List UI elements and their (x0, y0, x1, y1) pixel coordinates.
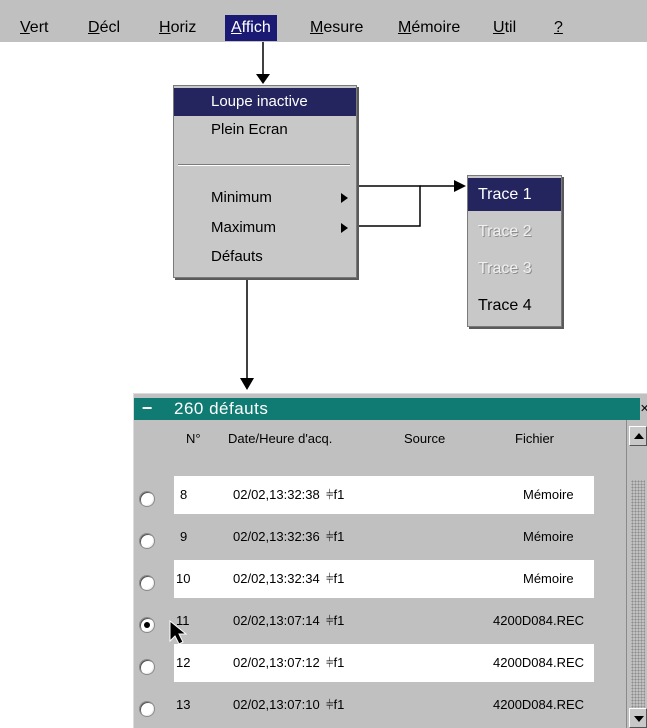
title-bar: − 260 défauts ✕ (134, 398, 647, 420)
cell-n: 8 (180, 487, 188, 502)
table-row[interactable]: 8 02/02,13:32:38 ⫩f1 Mémoire (174, 476, 594, 514)
table-row[interactable]: 11 02/02,13:07:14 ⫩f1 4200D084.REC (174, 602, 594, 640)
cell-n: 13 (176, 697, 191, 712)
submenu-arrow-icon (341, 223, 348, 233)
scroll-down-button[interactable] (629, 708, 647, 728)
cell-file: 4200D084.REC (493, 655, 585, 670)
cell-date: 02/02,13:07:12 (233, 655, 320, 670)
table-row[interactable]: 13 02/02,13:07:10 ⫩f1 4200D084.REC (174, 686, 594, 724)
cell-date: 02/02,13:07:14 (233, 613, 320, 628)
row-radio[interactable] (139, 701, 155, 717)
mouse-pointer-icon (169, 619, 188, 645)
cell-date: 02/02,13:32:36 (233, 529, 320, 544)
row-radio[interactable] (139, 659, 155, 675)
trace-submenu: Trace 1 Trace 2 Trace 3 Trace 4 (467, 175, 562, 327)
row-radio[interactable] (139, 575, 155, 591)
cell-date: 02/02,13:07:10 (233, 697, 320, 712)
cell-file: Mémoire (523, 487, 574, 502)
cell-file: Mémoire (523, 571, 574, 586)
submenu-item-trace-2: Trace 2 (478, 223, 532, 240)
cell-source: ⫩f1 (326, 697, 345, 712)
close-icon[interactable]: ✕ (640, 398, 647, 420)
submenu-arrow-icon (341, 193, 348, 203)
cell-file: Mémoire (523, 529, 574, 544)
cell-n: 12 (176, 655, 191, 670)
table-row[interactable]: 10 02/02,13:32:34 ⫩f1 Mémoire (174, 560, 594, 598)
menu-separator (178, 164, 350, 166)
window-title: 260 défauts (174, 399, 269, 418)
menu-item-minimum[interactable]: Minimum (174, 184, 356, 212)
cell-source: ⫩f1 (326, 487, 345, 502)
menu-item-maximum[interactable]: Maximum (174, 214, 356, 242)
column-header-date[interactable]: Date/Heure d'acq. (228, 426, 332, 452)
arrow-up-icon (634, 433, 644, 439)
menu-item-plein-ecran[interactable]: Plein Ecran (174, 116, 356, 144)
vertical-scrollbar[interactable] (626, 420, 647, 728)
column-header-fichier[interactable]: Fichier (515, 426, 554, 452)
cell-source: ⫩f1 (326, 655, 345, 670)
menu-item-defauts[interactable]: Défauts (174, 243, 356, 271)
submenu-item-trace-1[interactable]: Trace 1 (468, 178, 561, 211)
menu-item-minimum-label: Minimum (211, 189, 272, 206)
menu-item-maximum-label: Maximum (211, 219, 277, 236)
row-radio[interactable] (139, 491, 155, 507)
cell-n: 9 (180, 529, 188, 544)
cell-source: ⫩f1 (326, 529, 345, 544)
table-row[interactable]: 12 02/02,13:07:12 ⫩f1 4200D084.REC (174, 644, 594, 682)
cell-date: 02/02,13:32:38 (233, 487, 320, 502)
row-radio[interactable] (139, 533, 155, 549)
cell-file: 4200D084.REC (493, 697, 585, 712)
submenu-item-trace-3: Trace 3 (478, 260, 532, 277)
scroll-up-button[interactable] (629, 426, 647, 446)
minimize-icon[interactable]: − (140, 399, 154, 417)
cell-n: 10 (176, 571, 191, 586)
column-header-source[interactable]: Source (404, 426, 445, 452)
scroll-track[interactable] (631, 480, 645, 708)
cell-file: 4200D084.REC (493, 613, 585, 628)
menu-item-loupe-inactive[interactable]: Loupe inactive (174, 88, 356, 116)
defauts-window: − 260 défauts ✕ N° Date/Heure d'acq. Sou… (133, 393, 647, 728)
row-radio-selected[interactable] (139, 617, 155, 633)
cell-source: ⫩f1 (326, 571, 345, 586)
submenu-item-trace-4[interactable]: Trace 4 (468, 289, 561, 322)
cell-source: ⫩f1 (326, 613, 345, 628)
arrow-down-icon (634, 716, 644, 722)
table-row[interactable]: 9 02/02,13:32:36 ⫩f1 Mémoire (174, 518, 594, 556)
cell-date: 02/02,13:32:34 (233, 571, 320, 586)
affich-menu: Loupe inactive Plein Ecran Minimum Maxim… (173, 85, 357, 278)
column-header-n[interactable]: N° (186, 426, 201, 452)
